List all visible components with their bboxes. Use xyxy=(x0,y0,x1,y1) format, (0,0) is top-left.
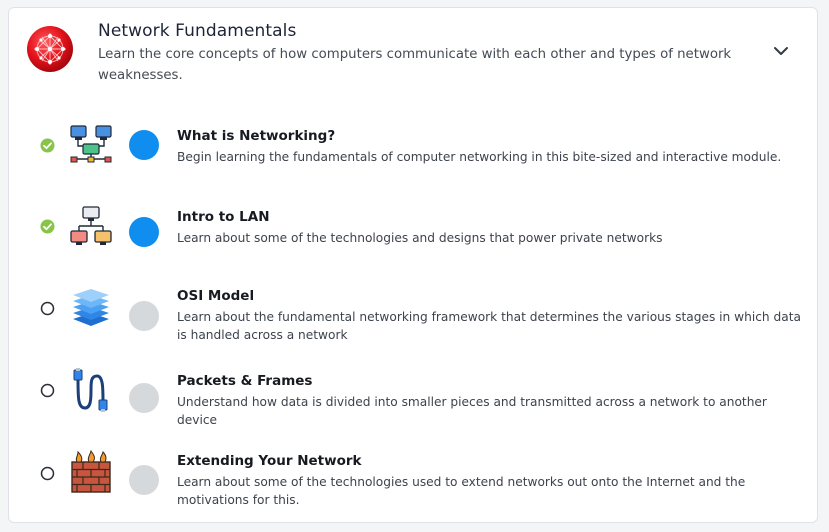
incomplete-radio-icon xyxy=(40,466,55,481)
room-title[interactable]: Packets & Frames xyxy=(177,373,312,389)
room-item-osi-model[interactable]: OSI Model Learn about the fundamental ne… xyxy=(9,280,817,342)
room-item-packets-frames[interactable]: Packets & Frames Understand how data is … xyxy=(9,368,817,427)
firewall-icon xyxy=(71,450,111,493)
layer-stack-icon xyxy=(73,289,109,326)
progress-indicator xyxy=(129,301,159,331)
room-description: Learn about some of the technologies use… xyxy=(177,475,746,507)
room-item-extending-your-network[interactable]: Extending Your Network Learn about some … xyxy=(9,444,817,507)
room-description: Learn about the fundamental networking f… xyxy=(177,310,801,342)
incomplete-radio-icon xyxy=(40,301,55,316)
module-header[interactable]: Network Fundamentals Learn the core conc… xyxy=(9,8,817,103)
incomplete-radio-icon xyxy=(40,383,55,398)
module-card: Network Fundamentals Learn the core conc… xyxy=(8,7,818,523)
lan-topology-icon xyxy=(70,206,112,245)
progress-indicator xyxy=(129,217,159,247)
room-title[interactable]: OSI Model xyxy=(177,288,254,304)
room-description: Learn about some of the technologies and… xyxy=(177,231,663,245)
progress-indicator xyxy=(129,465,159,495)
ethernet-cable-icon xyxy=(73,368,108,412)
progress-indicator xyxy=(129,130,159,160)
room-item-what-is-networking[interactable]: What is Networking? Begin learning the f… xyxy=(9,118,817,178)
room-title[interactable]: What is Networking? xyxy=(177,128,335,144)
networked-computers-icon xyxy=(70,125,112,163)
chevron-down-icon[interactable] xyxy=(772,42,790,60)
completed-check-icon xyxy=(40,138,55,153)
room-title[interactable]: Extending Your Network xyxy=(177,453,362,469)
red-network-globe-icon xyxy=(27,26,73,72)
room-item-intro-to-lan[interactable]: Intro to LAN Learn about some of the tec… xyxy=(9,200,817,260)
room-description: Understand how data is divided into smal… xyxy=(177,395,767,427)
module-description: Learn the core concepts of how computers… xyxy=(98,47,732,83)
progress-indicator xyxy=(129,383,159,413)
completed-check-icon xyxy=(40,219,55,234)
module-title: Network Fundamentals xyxy=(98,21,297,41)
room-title[interactable]: Intro to LAN xyxy=(177,209,270,225)
room-description: Begin learning the fundamentals of compu… xyxy=(177,150,782,164)
